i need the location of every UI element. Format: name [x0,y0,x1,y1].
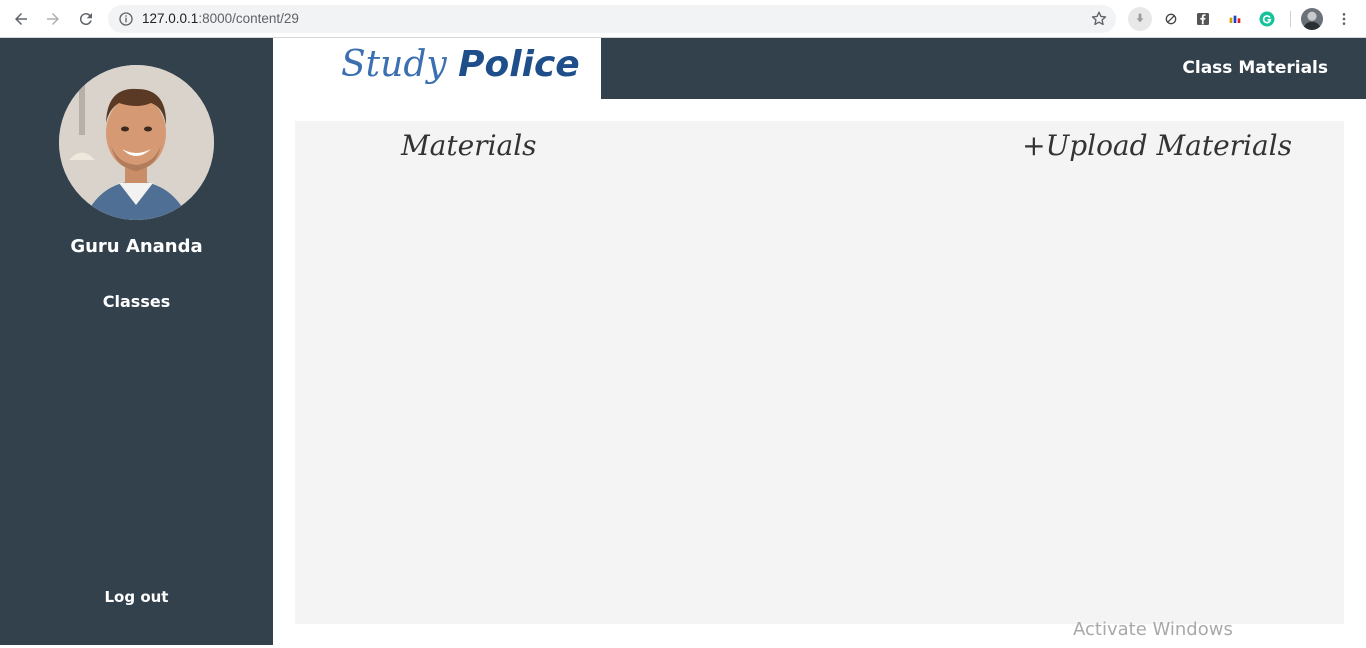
color-extension-icon[interactable] [1225,9,1245,29]
browser-toolbar: 127.0.0.1:8000/content/29 [0,0,1366,38]
profile-avatar-icon[interactable] [1301,8,1323,30]
address-bar[interactable]: 127.0.0.1:8000/content/29 [108,5,1116,33]
url-path: :8000/content/29 [198,11,299,26]
header-bar: Class Materials [601,38,1366,99]
logo-word-study: Study [341,44,447,85]
download-extension-icon[interactable] [1128,7,1152,31]
forward-arrow-icon [47,13,59,25]
app-logo[interactable]: Study Police [341,44,580,85]
page-title: Class Materials [1182,58,1328,78]
user-name: Guru Ananda [70,236,203,257]
grammarly-extension-icon[interactable] [1257,9,1277,29]
facebook-extension-icon[interactable] [1193,9,1213,29]
bookmark-star-icon[interactable] [1090,10,1108,28]
logo-word-police: Police [458,44,580,85]
user-avatar [59,65,214,220]
reload-icon [79,13,92,26]
back-button[interactable] [10,8,32,30]
url-host: 127.0.0.1 [142,11,199,26]
chrome-menu-icon[interactable] [1334,9,1354,29]
sidebar: Guru Ananda Classes Log out [0,38,273,648]
back-arrow-icon [15,13,27,25]
info-icon[interactable] [118,11,134,27]
toolbar-separator [1290,11,1291,27]
upload-materials-link[interactable]: +Upload Materials [1022,129,1292,162]
url-text[interactable]: 127.0.0.1:8000/content/29 [142,11,299,26]
materials-heading: Materials [401,129,537,162]
logout-link[interactable]: Log out [0,588,273,606]
sidebar-item-classes[interactable]: Classes [0,292,273,311]
block-extension-icon[interactable] [1161,9,1181,29]
activate-windows-watermark: Activate Windows [1073,619,1233,640]
logo-area: Study Police [273,38,601,99]
materials-panel: Materials +Upload Materials [295,121,1344,624]
forward-button[interactable] [42,8,64,30]
reload-button[interactable] [75,8,97,30]
